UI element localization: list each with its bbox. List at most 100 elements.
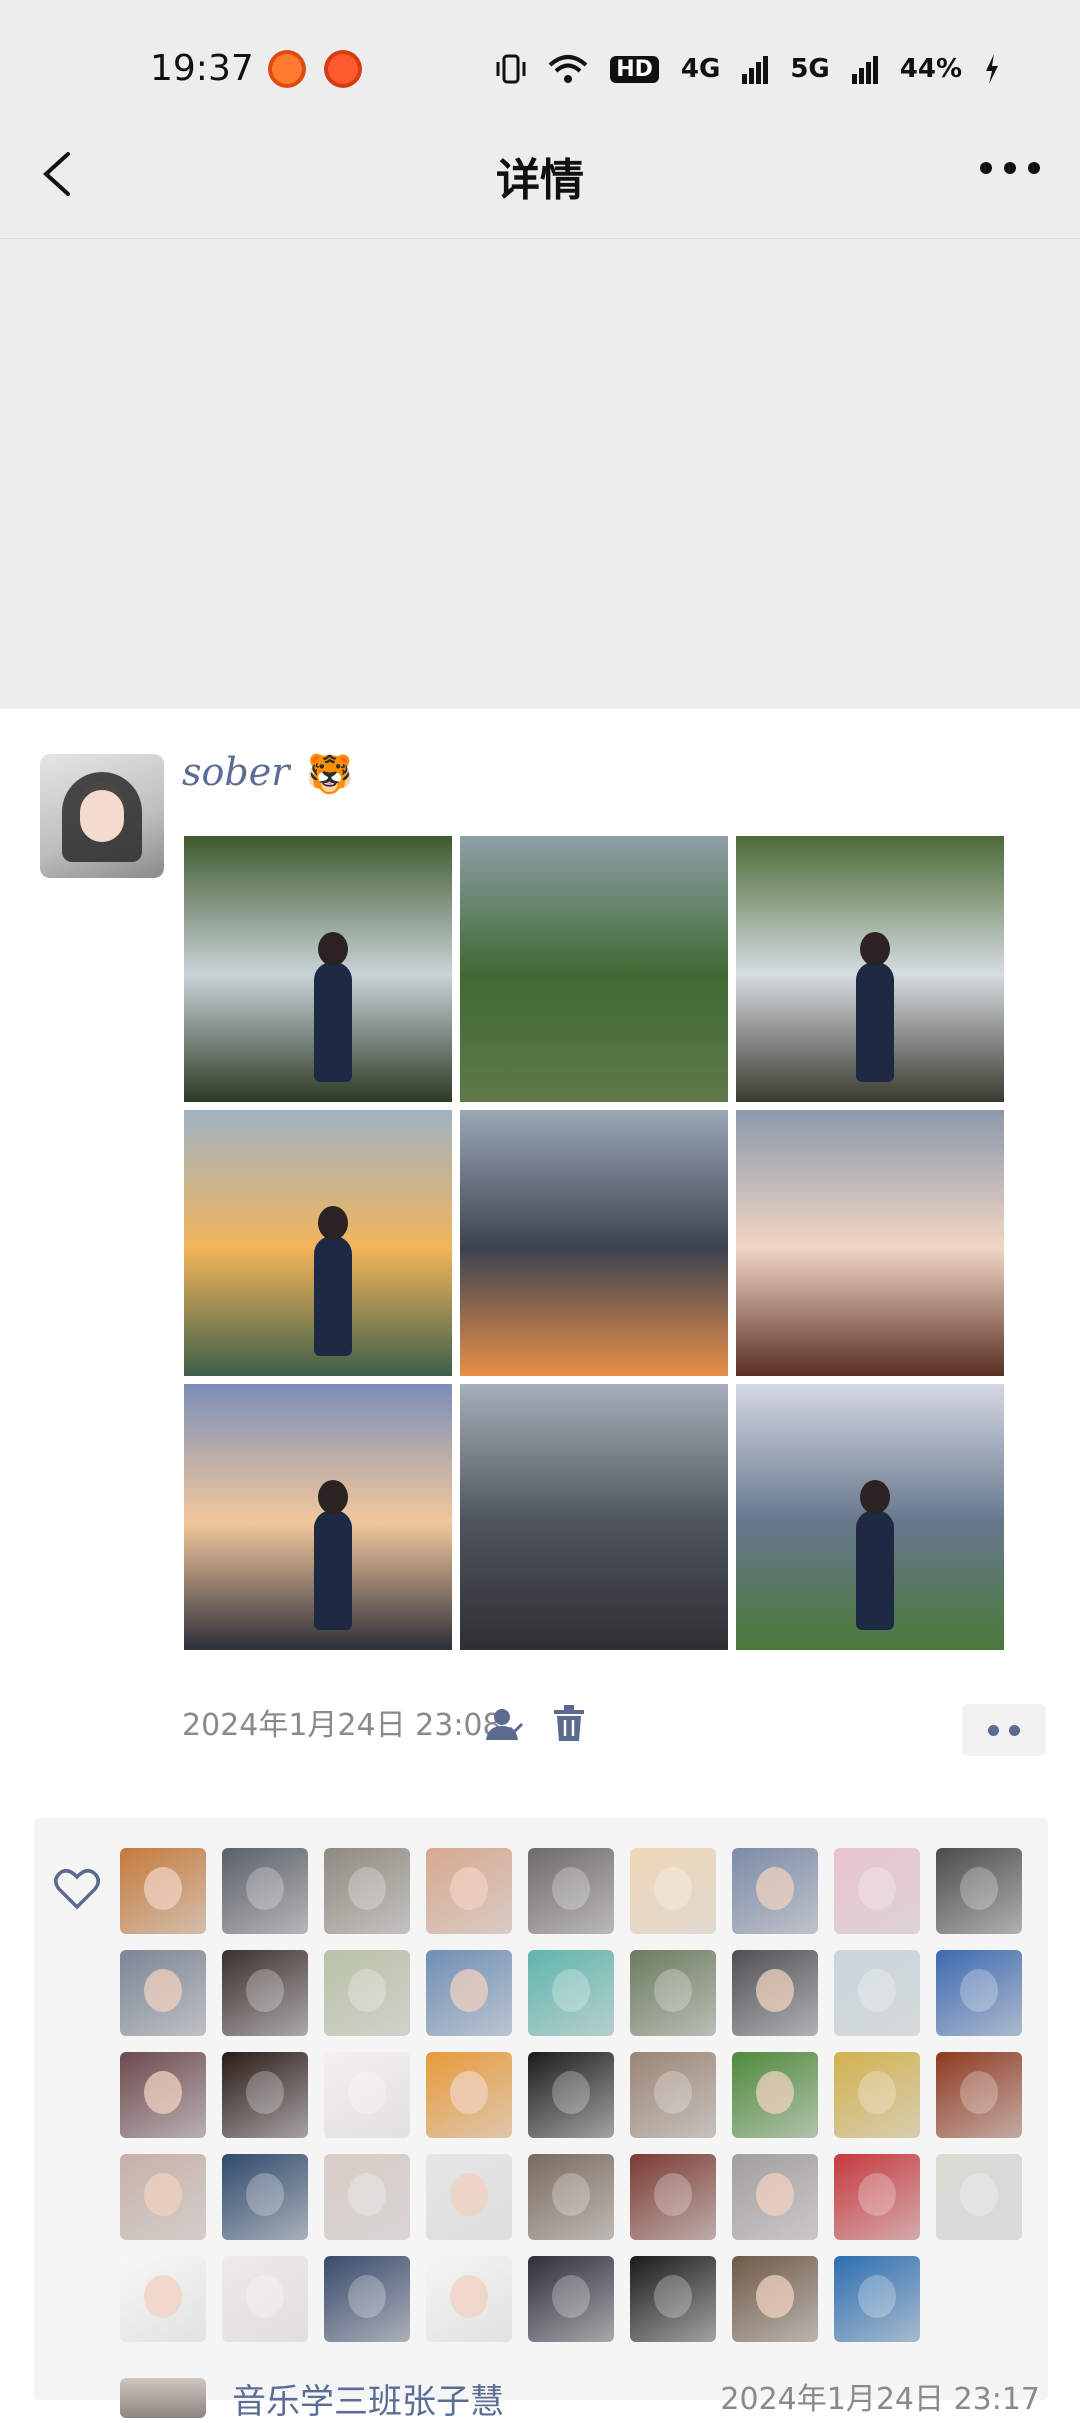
comment-row: 音乐学三班张子慧 2024年1月24日 23:17 [120, 2374, 1040, 2422]
liker-avatar[interactable] [630, 2256, 716, 2342]
post-photo-ocean-clouds-sunset[interactable] [460, 1110, 728, 1376]
liker-avatar[interactable] [426, 1950, 512, 2036]
avatar-face [858, 2274, 896, 2318]
liker-avatar[interactable] [630, 1848, 716, 1934]
signal-icon [742, 56, 769, 84]
post-photo-grey-sea-rocks[interactable] [460, 1384, 728, 1650]
liker-avatar[interactable] [426, 2052, 512, 2138]
nav-bar: 详情 [0, 110, 1080, 238]
liker-avatar[interactable] [222, 2052, 308, 2138]
comment-time: 2024年1月24日 23:17 [720, 2382, 1040, 2417]
post-photo-waterfall-portrait-2[interactable] [736, 836, 1004, 1102]
cover-area [0, 238, 1080, 709]
liker-avatar[interactable] [222, 2256, 308, 2342]
liker-avatar[interactable] [324, 1848, 410, 1934]
hd-badge: HD [610, 55, 659, 83]
post-photo-palm-tree-coast[interactable] [736, 1384, 1004, 1650]
avatar-face [144, 2070, 182, 2114]
post-photo-waterfall-portrait[interactable] [184, 836, 452, 1102]
liker-avatar[interactable] [630, 2154, 716, 2240]
liker-avatar[interactable] [732, 1848, 818, 1934]
liker-avatar[interactable] [936, 1848, 1022, 1934]
commenter-name[interactable]: 音乐学三班张子慧 [232, 2374, 504, 2423]
liker-avatar[interactable] [834, 2256, 920, 2342]
person-figure [314, 1510, 352, 1630]
liker-avatar[interactable] [426, 2256, 512, 2342]
friend-visibility-icon[interactable] [484, 1706, 524, 1742]
signal-icon [851, 56, 878, 84]
person-figure [856, 1510, 894, 1630]
liker-avatar[interactable] [120, 1848, 206, 1934]
liker-avatar[interactable] [834, 1950, 920, 2036]
more-dots-icon[interactable] [980, 162, 1040, 174]
liker-avatar[interactable] [324, 2256, 410, 2342]
liker-avatar[interactable] [936, 1950, 1022, 2036]
liker-avatar[interactable] [120, 2154, 206, 2240]
liker-avatar[interactable] [324, 1950, 410, 2036]
avatar-face [348, 1968, 386, 2012]
liker-avatar[interactable] [630, 1950, 716, 2036]
avatar-face [654, 2274, 692, 2318]
page-title: 详情 [496, 155, 584, 206]
liker-avatar[interactable] [222, 1848, 308, 1934]
liker-avatar[interactable] [732, 2052, 818, 2138]
liker-avatar[interactable] [426, 1848, 512, 1934]
liker-avatar[interactable] [426, 2154, 512, 2240]
liker-avatar[interactable] [324, 2154, 410, 2240]
avatar-face [450, 2172, 488, 2216]
person-head [318, 1206, 348, 1240]
avatar[interactable] [40, 754, 164, 878]
tiger-emoji: 🐯 [306, 752, 354, 796]
status-time: 19:37 [150, 48, 254, 89]
avatar-face [756, 1866, 794, 1910]
avatar-face [654, 1968, 692, 2012]
liker-avatar[interactable] [120, 2052, 206, 2138]
commenter-avatar[interactable] [120, 2378, 206, 2418]
avatar-face [450, 2070, 488, 2114]
vibrate-icon [496, 54, 526, 84]
avatar-face [960, 2070, 998, 2114]
liker-avatar[interactable] [630, 2052, 716, 2138]
liker-avatar[interactable] [222, 1950, 308, 2036]
liker-avatar[interactable] [120, 2256, 206, 2342]
charging-icon [986, 54, 998, 84]
person-head [318, 932, 348, 966]
avatar-face [756, 1968, 794, 2012]
avatar-face [144, 1968, 182, 2012]
liker-avatar[interactable] [834, 2052, 920, 2138]
liker-avatar[interactable] [936, 2154, 1022, 2240]
post-timestamp: 2024年1月24日 23:08 [182, 1708, 502, 1743]
liker-avatar[interactable] [732, 2154, 818, 2240]
liker-avatar[interactable] [834, 2154, 920, 2240]
avatar-face [552, 2070, 590, 2114]
liker-avatar[interactable] [834, 1848, 920, 1934]
notification-icons [268, 50, 362, 88]
liker-avatar[interactable] [732, 2256, 818, 2342]
liker-avatar[interactable] [732, 1950, 818, 2036]
post-username[interactable]: sober [182, 750, 289, 794]
liker-avatar[interactable] [936, 2052, 1022, 2138]
avatar-face [960, 1866, 998, 1910]
liker-avatar[interactable] [528, 2256, 614, 2342]
app-notification-icon [324, 50, 362, 88]
liker-avatar[interactable] [324, 2052, 410, 2138]
avatar-face [450, 2274, 488, 2318]
avatar-face [756, 2172, 794, 2216]
post-photo-temple-gate[interactable] [184, 1384, 452, 1650]
liker-avatar[interactable] [528, 1848, 614, 1934]
avatar-face [858, 1866, 896, 1910]
avatar-face [858, 1968, 896, 2012]
avatar-face [144, 2274, 182, 2318]
status-right: HD 4G 5G 44% [496, 52, 1000, 86]
avatar-face [552, 1968, 590, 2012]
post-photo-forest-ruins[interactable] [460, 836, 728, 1102]
trash-icon[interactable] [552, 1704, 586, 1742]
liker-avatar[interactable] [528, 2052, 614, 2138]
post-photo-sea-sunset-girl[interactable] [184, 1110, 452, 1376]
comment-like-button[interactable] [962, 1704, 1046, 1756]
liker-avatar[interactable] [120, 1950, 206, 2036]
liker-avatar[interactable] [528, 1950, 614, 2036]
liker-avatar[interactable] [528, 2154, 614, 2240]
liker-avatar[interactable] [222, 2154, 308, 2240]
post-photo-temple-roof-clouds[interactable] [736, 1110, 1004, 1376]
